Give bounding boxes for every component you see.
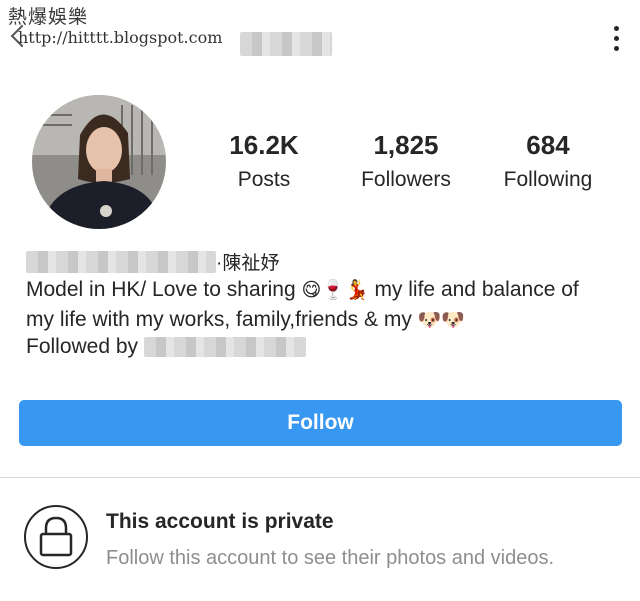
bio-emojis-2: 🐶🐶 — [417, 309, 465, 331]
bio-text-1-tail: my life and balance of — [368, 278, 579, 301]
bio-line-1: Model in HK/ Love to sharing 😋🍷💃 my life… — [26, 275, 626, 305]
profile-bio: Model in HK/ Love to sharing 😋🍷💃 my life… — [26, 275, 626, 335]
profile-name: ·陳祉妤 — [26, 248, 279, 275]
bio-line-2: my life with my works, family,friends & … — [26, 305, 626, 335]
blurred-username — [240, 32, 332, 56]
following-count: 684 — [526, 130, 570, 160]
bio-text-2: my life with my works, family,friends & … — [26, 308, 418, 331]
private-title: This account is private — [106, 510, 334, 533]
posts-label: Posts — [237, 168, 291, 191]
more-vertical-icon[interactable] — [612, 26, 620, 52]
follow-button[interactable]: Follow — [19, 400, 622, 446]
stat-following[interactable]: 684 Following — [478, 130, 618, 192]
name-suffix: ·陳祉妤 — [216, 253, 280, 274]
bio-text-1: Model in HK/ Love to sharing — [26, 278, 302, 301]
bio-emojis-1: 😋🍷💃 — [301, 279, 369, 301]
avatar[interactable] — [32, 95, 166, 229]
followed-by-label: Followed by — [26, 335, 139, 358]
watermark-url: http://hitttt.blogspot.com — [18, 28, 223, 47]
posts-count: 16.2K — [229, 130, 299, 160]
divider — [0, 477, 640, 478]
lock-icon — [24, 505, 88, 569]
blurred-name — [26, 250, 216, 273]
followers-label: Followers — [361, 168, 451, 191]
blurred-follower-names — [144, 337, 307, 357]
following-label: Following — [503, 168, 593, 191]
private-subtitle: Follow this account to see their photos … — [106, 547, 555, 569]
stat-followers[interactable]: 1,825 Followers — [336, 130, 476, 192]
profile-photo — [32, 95, 166, 229]
followed-by[interactable]: Followed by — [26, 335, 307, 359]
followers-count: 1,825 — [373, 130, 439, 160]
stat-posts: 16.2K Posts — [194, 130, 334, 192]
